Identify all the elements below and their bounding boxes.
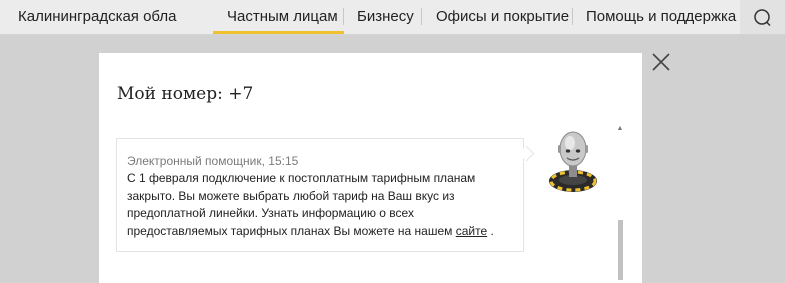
message-body: С 1 февраля подключение к постоплатным т… — [127, 171, 476, 238]
modal-scrollbar[interactable]: ▲ — [616, 125, 624, 280]
nav-item-help[interactable]: Помощь и поддержка — [586, 7, 736, 26]
search-icon — [754, 9, 771, 27]
scroll-up-icon[interactable]: ▲ — [616, 125, 624, 133]
nav-divider — [421, 8, 422, 25]
message-meta: Электронный помощник, 15:15 — [127, 154, 299, 168]
nav-active-indicator — [213, 31, 344, 34]
message-end: . — [487, 223, 494, 238]
close-icon — [652, 53, 670, 71]
assistant-avatar — [546, 127, 600, 193]
modal-title: Мой номер: +7 — [117, 84, 254, 104]
scroll-thumb[interactable] — [618, 220, 623, 280]
robot-assistant-icon — [549, 131, 597, 192]
nav-item-offices[interactable]: Офисы и покрытие — [436, 7, 569, 26]
close-button[interactable] — [651, 52, 671, 72]
nav-item-business[interactable]: Бизнесу — [357, 7, 414, 26]
nav-divider — [343, 8, 344, 25]
message-text: С 1 февраля подключение к постоплатным т… — [127, 170, 507, 240]
site-link[interactable]: сайте — [456, 224, 487, 238]
search-button[interactable] — [740, 0, 785, 34]
top-navigation: Калининградская обла Частным лицам Бизне… — [0, 0, 785, 35]
region-selector[interactable]: Калининградская обла — [18, 7, 188, 26]
nav-item-private[interactable]: Частным лицам — [227, 7, 338, 26]
nav-divider — [572, 8, 573, 25]
assistant-message: Электронный помощник, 15:15 С 1 февраля … — [116, 138, 524, 252]
